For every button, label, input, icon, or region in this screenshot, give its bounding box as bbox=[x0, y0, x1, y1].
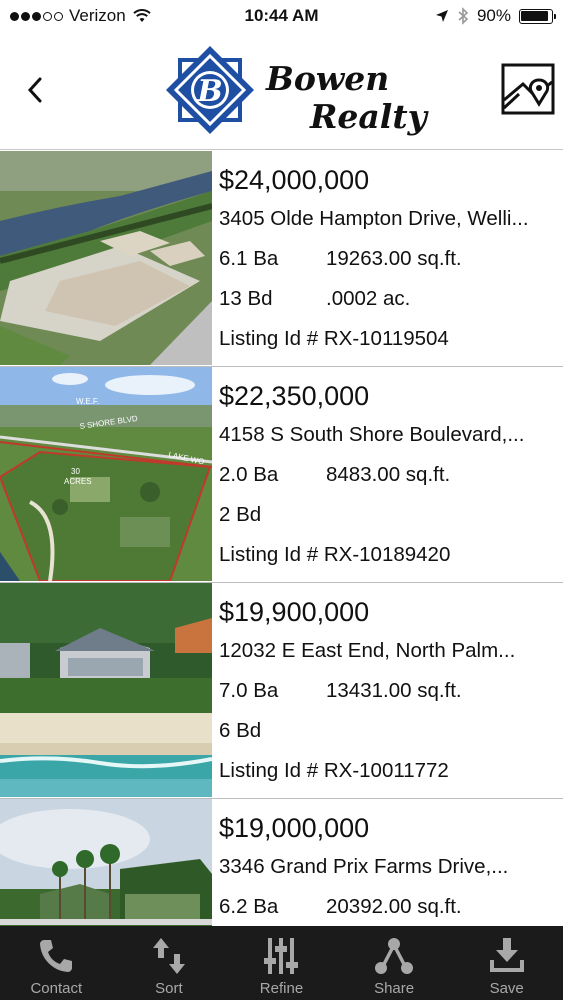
property-beachfront-photo bbox=[0, 583, 212, 797]
listing-address: 3346 Grand Prix Farms Drive,... bbox=[219, 855, 509, 878]
listing-baths: 2.0 Ba bbox=[219, 463, 279, 486]
listings-list[interactable]: $24,000,000 3405 Olde Hampton Drive, Wel… bbox=[0, 151, 563, 926]
share-icon bbox=[375, 938, 414, 974]
bottom-tab-bar: Contact Sort Refine Share Save bbox=[0, 926, 563, 1000]
map-pin-icon bbox=[501, 63, 555, 115]
sort-arrows-icon bbox=[152, 938, 185, 974]
listing-beds: 6 Bd bbox=[219, 719, 262, 742]
company-logo: B Bowen Realty bbox=[158, 42, 427, 142]
logo-letter: B bbox=[196, 74, 222, 109]
listing-sqft: 8483.00 sq.ft. bbox=[326, 463, 451, 486]
listing-beds-acres: 13 Bd .0002 ac. bbox=[219, 279, 563, 319]
logo-line-1: Bowen bbox=[266, 59, 390, 98]
listing-baths-sqft: 2.0 Ba 8483.00 sq.ft. bbox=[219, 455, 563, 495]
download-icon bbox=[489, 938, 524, 972]
chevron-left-icon bbox=[27, 77, 42, 103]
listing-photo[interactable]: W.E.F. S SHORE BLVD LAKE WO 30 ACRES bbox=[0, 367, 212, 581]
listing-address: 12032 E East End, North Palm... bbox=[219, 639, 516, 662]
listing-item[interactable]: $19,000,000 3346 Grand Prix Farms Drive,… bbox=[0, 799, 563, 926]
tab-label: Sort bbox=[155, 980, 183, 997]
listing-baths: 6.1 Ba bbox=[219, 247, 279, 270]
photo-label-wef: W.E.F. bbox=[76, 397, 99, 406]
listing-beds-acres: 6 Bd bbox=[219, 711, 563, 751]
listing-price: $19,900,000 bbox=[219, 597, 370, 627]
listing-baths: 7.0 Ba bbox=[219, 679, 279, 702]
listing-address: 3405 Olde Hampton Drive, Welli... bbox=[219, 207, 529, 230]
battery-icon bbox=[518, 8, 556, 24]
sliders-icon bbox=[264, 938, 299, 974]
photo-label-acres-word: ACRES bbox=[64, 477, 92, 486]
tab-label: Share bbox=[374, 980, 415, 997]
battery-level bbox=[521, 11, 548, 21]
property-aerial-photo: W.E.F. S SHORE BLVD LAKE WO 30 ACRES bbox=[0, 367, 212, 581]
logo-line-2: Realty bbox=[310, 97, 427, 136]
listing-id: Listing Id # RX-10119504 bbox=[219, 327, 449, 350]
listing-beds: 13 Bd bbox=[219, 287, 273, 310]
status-time: 10:44 AM bbox=[244, 6, 319, 25]
listing-sqft: 19263.00 sq.ft. bbox=[326, 247, 462, 270]
listing-address: 4158 S South Shore Boulevard,... bbox=[219, 423, 525, 446]
property-estate-photo bbox=[0, 799, 212, 926]
listing-item[interactable]: W.E.F. S SHORE BLVD LAKE WO 30 ACRES $22… bbox=[0, 367, 563, 583]
listing-baths-sqft: 6.2 Ba 20392.00 sq.ft. bbox=[219, 887, 563, 926]
listing-info: $24,000,000 3405 Olde Hampton Drive, Wel… bbox=[212, 151, 563, 366]
listing-sqft: 13431.00 sq.ft. bbox=[326, 679, 462, 702]
listing-price: $19,000,000 bbox=[219, 813, 370, 843]
listing-photo[interactable] bbox=[0, 799, 212, 926]
phone-icon bbox=[40, 940, 73, 972]
listing-info: $19,000,000 3346 Grand Prix Farms Drive,… bbox=[212, 799, 563, 926]
listing-photo[interactable] bbox=[0, 583, 212, 797]
listing-info: $22,350,000 4158 S South Shore Boulevard… bbox=[212, 367, 563, 582]
wifi-icon bbox=[133, 9, 151, 22]
logo-emblem-icon: B bbox=[166, 46, 254, 134]
tab-save[interactable]: Save bbox=[450, 926, 563, 1000]
location-arrow-icon bbox=[435, 10, 448, 22]
listing-info: $19,900,000 12032 E East End, North Palm… bbox=[212, 583, 563, 798]
listing-photo[interactable] bbox=[0, 151, 212, 365]
listing-price: $24,000,000 bbox=[219, 165, 370, 195]
tab-sort[interactable]: Sort bbox=[113, 926, 226, 1000]
listing-baths: 6.2 Ba bbox=[219, 895, 279, 918]
status-right: 90% bbox=[353, 6, 556, 26]
listing-id: Listing Id # RX-10011772 bbox=[219, 759, 449, 782]
tab-label: Contact bbox=[30, 980, 83, 997]
tab-refine[interactable]: Refine bbox=[225, 926, 338, 1000]
status-left: Verizon bbox=[10, 6, 210, 26]
logo-wordmark: Bowen Realty bbox=[266, 60, 427, 136]
tab-share[interactable]: Share bbox=[338, 926, 451, 1000]
listing-baths-sqft: 7.0 Ba 13431.00 sq.ft. bbox=[219, 671, 563, 711]
listing-id: Listing Id # RX-10189420 bbox=[219, 543, 451, 566]
battery-percent: 90% bbox=[476, 6, 511, 25]
tab-contact[interactable]: Contact bbox=[0, 926, 113, 1000]
listing-price: $22,350,000 bbox=[219, 381, 370, 411]
bluetooth-icon bbox=[458, 7, 469, 25]
listing-sqft: 20392.00 sq.ft. bbox=[326, 895, 462, 918]
tab-label: Save bbox=[489, 980, 524, 997]
listing-beds-acres: 2 Bd bbox=[219, 495, 563, 535]
listing-baths-sqft: 6.1 Ba 19263.00 sq.ft. bbox=[219, 239, 563, 279]
listing-item[interactable]: $19,900,000 12032 E East End, North Palm… bbox=[0, 583, 563, 799]
listing-acres: .0002 ac. bbox=[326, 287, 411, 310]
app-header: B Bowen Realty bbox=[0, 32, 563, 150]
carrier-name: Verizon bbox=[69, 6, 126, 25]
map-view-button[interactable] bbox=[501, 62, 555, 116]
listing-item[interactable]: $24,000,000 3405 Olde Hampton Drive, Wel… bbox=[0, 151, 563, 367]
status-bar: Verizon 10:44 AM 90% bbox=[0, 0, 563, 32]
back-button[interactable] bbox=[18, 70, 52, 110]
tab-label: Refine bbox=[259, 980, 304, 997]
signal-strength-icon bbox=[10, 11, 63, 21]
listing-beds: 2 Bd bbox=[219, 503, 262, 526]
property-aerial-photo bbox=[0, 151, 212, 365]
photo-label-acres-num: 30 bbox=[71, 467, 80, 476]
